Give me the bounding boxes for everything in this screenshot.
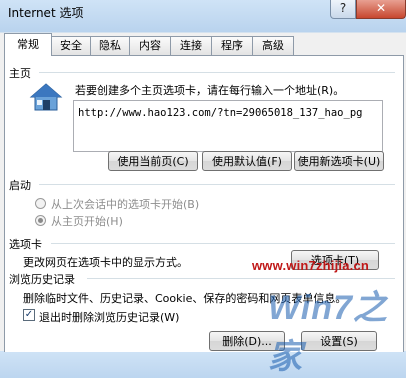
tab-security[interactable]: 安全 — [51, 36, 91, 55]
tabs-group-label: 选项卡 — [9, 238, 42, 251]
delete-on-exit-label: 退出时删除浏览历史记录(W) — [39, 311, 180, 324]
use-current-button[interactable]: 使用当前页(C) — [108, 151, 198, 171]
house-icon — [29, 82, 63, 112]
title-bar: Internet 选项 ? ✕ — [0, 0, 406, 24]
watermark-url: www.win7zhijia.cn — [252, 258, 370, 273]
delete-on-exit-checkbox[interactable]: ✓ — [23, 309, 35, 321]
home-group-label: 主页 — [9, 67, 31, 80]
startup-group-label: 启动 — [9, 179, 31, 192]
tab-general[interactable]: 常规 — [4, 33, 52, 56]
history-group-label: 浏览历史记录 — [9, 273, 75, 286]
tab-advanced[interactable]: 高级 — [252, 36, 294, 55]
tab-privacy[interactable]: 隐私 — [90, 36, 130, 55]
home-page-textarea[interactable]: http://www.hao123.com/?tn=29065018_137_h… — [73, 100, 383, 152]
watermark-logo: Win7之家 — [268, 289, 388, 376]
divider — [51, 243, 395, 244]
radio-home-page[interactable] — [35, 215, 46, 226]
window-title: Internet 选项 — [8, 6, 84, 20]
tab-connections[interactable]: 连接 — [170, 36, 212, 55]
close-button[interactable]: ✕ — [356, 0, 406, 19]
divider — [39, 184, 395, 185]
radio-home-page-label: 从主页开始(H) — [51, 215, 123, 228]
tab-content[interactable]: 内容 — [129, 36, 171, 55]
tab-programs[interactable]: 程序 — [211, 36, 253, 55]
radio-last-session[interactable] — [35, 198, 46, 209]
divider — [87, 278, 395, 279]
use-default-button[interactable]: 使用默认值(F) — [202, 151, 292, 171]
use-new-tab-button[interactable]: 使用新选项卡(U) — [294, 151, 384, 171]
radio-last-session-label: 从上次会话中的选项卡开始(B) — [51, 198, 200, 211]
tabs-description: 更改网页在选项卡中的显示方式。 — [23, 256, 188, 269]
home-instruction: 若要创建多个主页选项卡，请在每行输入一个地址(R)。 — [75, 84, 345, 97]
help-button[interactable]: ? — [330, 0, 356, 19]
divider — [39, 72, 395, 73]
